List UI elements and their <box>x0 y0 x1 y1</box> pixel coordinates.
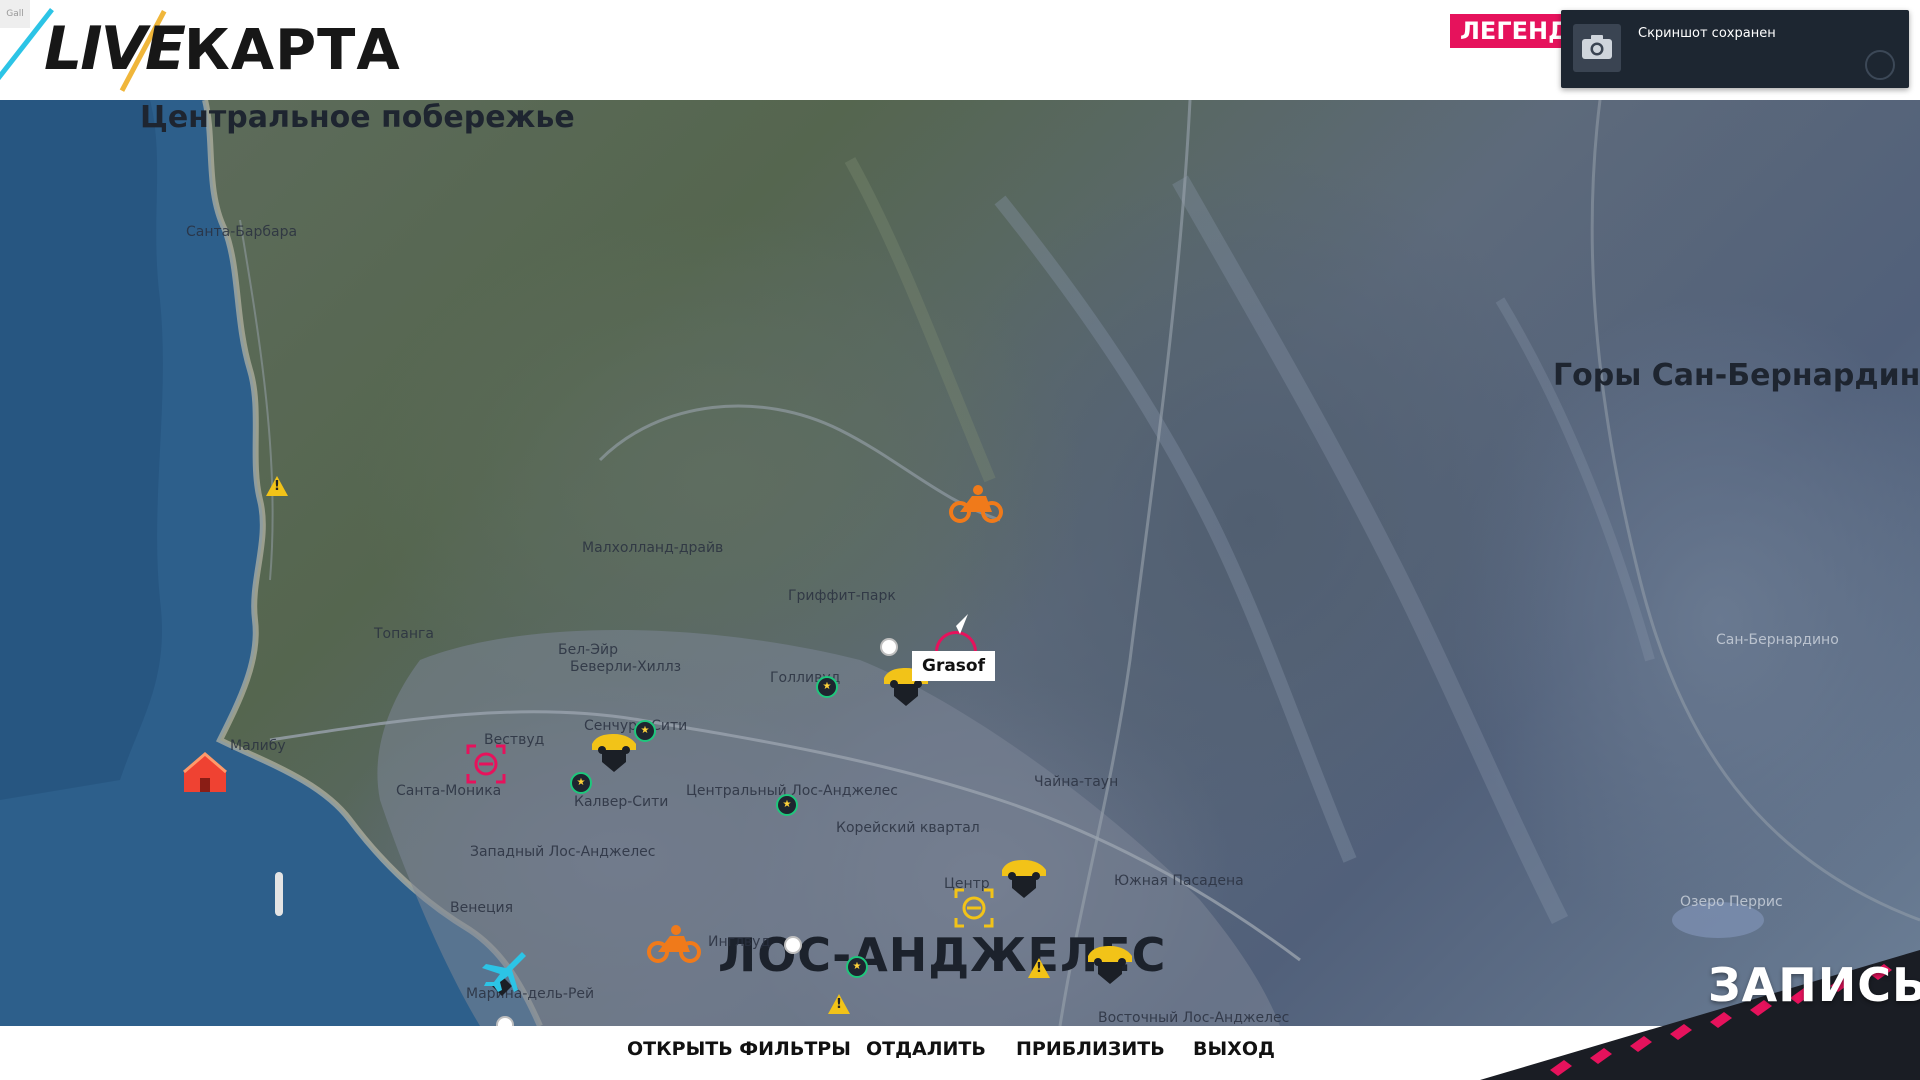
airplane-event-marker[interactable] <box>476 946 530 1000</box>
bottom-bar: ОТКРЫТЬ ФИЛЬТРЫ ОТДАЛИТЬ ПРИБЛИЗИТЬ ВЫХО… <box>0 1026 1920 1080</box>
district-label: Топанга <box>374 626 434 642</box>
zoom-in-button[interactable]: ПРИБЛИЗИТЬ <box>1016 1038 1165 1060</box>
district-label: Инглвуд <box>708 934 771 950</box>
world-map[interactable]: Центральное побережье Горы Сан-Бернардин… <box>0 100 1920 1026</box>
district-label: Западный Лос-Анджелес <box>470 844 656 860</box>
car-event-marker[interactable] <box>1084 940 1136 988</box>
district-label: Санта-Моника <box>396 783 502 799</box>
screenshot-saved-notification: Скриншот сохранен <box>1561 10 1909 88</box>
corner-label: Gall <box>0 0 30 28</box>
district-label: Озеро Перрис <box>1680 894 1783 910</box>
district-label: Корейский квартал <box>836 820 980 836</box>
logo-map-text: КАРТА <box>184 18 401 83</box>
district-label: Венеция <box>450 900 514 916</box>
zoom-out-button[interactable]: ОТДАЛИТЬ <box>866 1038 986 1060</box>
house-icon[interactable] <box>180 750 230 800</box>
star-challenge-marker[interactable]: ★ <box>846 956 868 978</box>
district-label: Калвер-Сити <box>574 794 669 810</box>
player-name-tag[interactable]: Grasof <box>912 651 996 681</box>
player-arrow-icon <box>946 614 968 636</box>
district-label: Сан-Бернардино <box>1716 632 1839 648</box>
car-event-marker[interactable] <box>998 854 1050 902</box>
district-label: Восточный Лос-Анджелес <box>1098 1010 1290 1026</box>
motorcycle-event-marker[interactable] <box>646 920 702 968</box>
waypoint-dot[interactable] <box>880 638 898 656</box>
district-label: Бел-Эйр <box>558 642 618 658</box>
exit-button[interactable]: ВЫХОД <box>1193 1038 1275 1060</box>
speed-trap-icon[interactable] <box>466 744 506 784</box>
district-label: Южная Пасадена <box>1114 873 1244 889</box>
district-label: Беверли-Хиллз <box>570 659 682 675</box>
district-label: Гриффит-парк <box>788 588 896 604</box>
district-label: Малибу <box>230 738 286 754</box>
open-filters-button[interactable]: ОТКРЫТЬ ФИЛЬТРЫ <box>627 1038 851 1060</box>
district-label: Санта-Барбара <box>186 224 298 240</box>
waypoint-dot[interactable] <box>784 936 802 954</box>
speed-zone-icon[interactable] <box>954 888 994 928</box>
recording-indicator: ЗАПИСЬ <box>1708 958 1920 1012</box>
star-challenge-marker[interactable]: ★ <box>816 676 838 698</box>
livekarta-logo: LIVE КАРТА <box>0 8 400 92</box>
danger-sign-marker[interactable] <box>266 476 288 496</box>
logo-live-text: LIVE <box>44 14 186 84</box>
top-bar: Gall LIVE КАРТА ЛЕГЕНДА Скриншот сохране… <box>0 0 1920 100</box>
region-label-san-bernardino-mountains: Горы Сан-Бернардино <box>1553 358 1920 393</box>
notification-message: Скриншот сохранен <box>1638 26 1776 41</box>
danger-sign-marker[interactable] <box>828 994 850 1014</box>
motorcycle-event-marker[interactable] <box>948 480 1004 528</box>
camera-icon <box>1573 24 1621 72</box>
district-label: Чайна-таун <box>1034 774 1119 790</box>
district-label: Малхолланд-драйв <box>582 540 724 556</box>
star-challenge-marker[interactable]: ★ <box>776 794 798 816</box>
region-label-central-coast: Центральное побережье <box>140 100 575 135</box>
steam-icon <box>1865 50 1895 80</box>
car-event-marker[interactable] <box>588 728 640 776</box>
danger-sign-marker[interactable] <box>1028 958 1050 978</box>
